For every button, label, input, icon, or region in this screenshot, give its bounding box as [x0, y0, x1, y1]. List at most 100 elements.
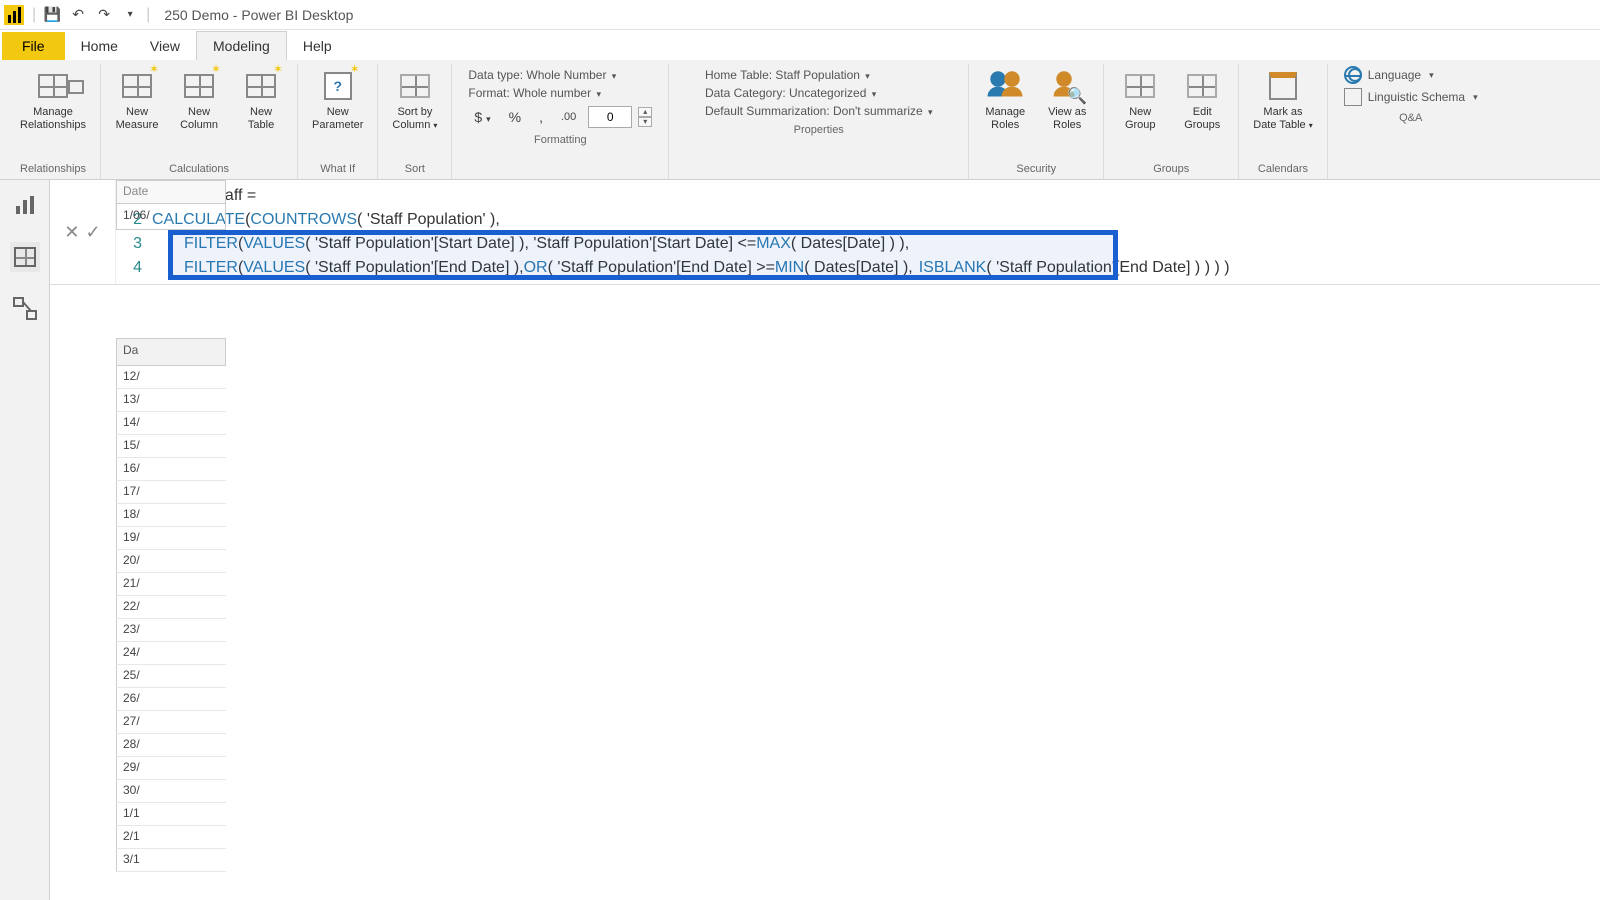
home-table-dropdown[interactable]: Home Table: Staff Population ▾ — [705, 68, 933, 82]
sort-by-column-button[interactable]: Sort by Column ▾ — [386, 64, 443, 136]
decimals-input[interactable] — [588, 106, 632, 128]
format-dropdown[interactable]: Format: Whole number ▾ — [468, 86, 652, 100]
table-row[interactable]: 17/ — [116, 481, 226, 504]
table-row[interactable]: 22/ — [116, 596, 226, 619]
table-row[interactable]: 16/ — [116, 458, 226, 481]
title-bar: | 💾 ↶ ↷ ▾ | 250 Demo - Power BI Desktop — [0, 0, 1600, 30]
group-label: Q&A — [1399, 110, 1422, 128]
formula-editor[interactable]: 1Current Staff = 2CALCULATE( COUNTROWS( … — [116, 180, 1600, 284]
roles-icon — [987, 68, 1023, 104]
table-row[interactable]: 26/ — [116, 688, 226, 711]
commit-formula-icon[interactable]: ✓ — [86, 222, 101, 243]
percent-button[interactable]: % — [503, 107, 527, 127]
table-row[interactable]: 15/ — [116, 435, 226, 458]
save-icon[interactable]: 💾 — [40, 3, 64, 27]
new-group-icon — [1122, 68, 1158, 104]
edit-groups-icon — [1184, 68, 1220, 104]
manage-roles-button[interactable]: Manage Roles — [977, 64, 1033, 136]
group-calculations: New Measure New Column New Table Calcula… — [101, 64, 298, 179]
table-row[interactable]: 1/1 — [116, 803, 226, 826]
redo-icon[interactable]: ↷ — [92, 3, 116, 27]
table-row[interactable]: 24/ — [116, 642, 226, 665]
data-grid-stub: Da 12/13/14/15/16/17/18/19/20/21/22/23/2… — [116, 338, 226, 900]
quick-access-toolbar: 💾 ↶ ↷ ▾ — [40, 3, 142, 27]
new-table-button[interactable]: New Table — [233, 64, 289, 136]
table-row[interactable]: 27/ — [116, 711, 226, 734]
group-formatting: Data type: Whole Number ▾ Format: Whole … — [452, 64, 669, 179]
tab-modeling[interactable]: Modeling — [196, 31, 287, 60]
globe-icon — [1344, 66, 1362, 84]
table-row[interactable]: 19/ — [116, 527, 226, 550]
window-title: 250 Demo - Power BI Desktop — [164, 7, 353, 23]
calendar-icon — [1265, 68, 1301, 104]
work-area: ✕ ✓ 1Current Staff = 2CALCULATE( COUNTRO… — [50, 180, 1600, 900]
tab-file[interactable]: File — [2, 32, 65, 60]
manage-relationships-button[interactable]: Manage Relationships — [14, 64, 92, 136]
table-row[interactable]: 25/ — [116, 665, 226, 688]
table-row[interactable]: 18/ — [116, 504, 226, 527]
view-rail — [0, 180, 50, 900]
table-row[interactable]: 21/ — [116, 573, 226, 596]
group-label: Groups — [1153, 161, 1189, 179]
column-icon — [181, 68, 217, 104]
linguistic-schema-dropdown[interactable]: Linguistic Schema ▾ — [1344, 88, 1478, 106]
view-roles-icon: 🔍 — [1049, 68, 1085, 104]
group-label: Properties — [794, 122, 844, 140]
data-category-dropdown[interactable]: Data Category: Uncategorized ▾ — [705, 86, 933, 100]
table-row[interactable]: 12/ — [116, 366, 226, 389]
mark-date-table-button[interactable]: Mark as Date Table ▾ — [1247, 64, 1318, 136]
table-row[interactable]: 14/ — [116, 412, 226, 435]
new-group-button[interactable]: New Group — [1112, 64, 1168, 136]
parameter-icon: ? — [320, 68, 356, 104]
group-label: Calculations — [169, 161, 229, 179]
cancel-formula-icon[interactable]: ✕ — [64, 222, 79, 243]
table-row[interactable]: 3/1 — [116, 849, 226, 872]
group-label: Relationships — [20, 161, 86, 179]
cell-value[interactable]: 1/06/ — [116, 204, 226, 230]
edit-groups-button[interactable]: Edit Groups — [1174, 64, 1230, 136]
undo-icon[interactable]: ↶ — [66, 3, 90, 27]
group-label: What If — [320, 161, 355, 179]
app-icon — [4, 5, 24, 25]
column-header[interactable]: Da — [116, 338, 226, 366]
column-header[interactable]: Date — [116, 180, 226, 204]
group-label: Formatting — [534, 132, 587, 150]
data-view-icon[interactable] — [10, 242, 40, 272]
table-row[interactable]: 28/ — [116, 734, 226, 757]
tab-view[interactable]: View — [134, 32, 196, 60]
qat-dropdown-icon[interactable]: ▾ — [118, 3, 142, 27]
table-row[interactable]: 13/ — [116, 389, 226, 412]
decimals-spinner[interactable]: ▴▾ — [638, 107, 652, 127]
tab-help[interactable]: Help — [287, 32, 348, 60]
schema-icon — [1344, 88, 1362, 106]
table-row[interactable]: 23/ — [116, 619, 226, 642]
table-row[interactable]: 20/ — [116, 550, 226, 573]
group-label: Security — [1016, 161, 1056, 179]
decimal-icon: .00 — [555, 109, 582, 125]
tab-home[interactable]: Home — [65, 32, 134, 60]
grid-header-stub: Date 1/06/ — [116, 180, 226, 230]
qat-separator: | — [32, 6, 36, 24]
group-label: Sort — [405, 161, 425, 179]
table-row[interactable]: 29/ — [116, 757, 226, 780]
group-label: Calendars — [1258, 161, 1308, 179]
group-calendars: Mark as Date Table ▾ Calendars — [1239, 64, 1327, 179]
language-dropdown[interactable]: Language ▾ — [1344, 66, 1478, 84]
new-parameter-button[interactable]: ? New Parameter — [306, 64, 369, 136]
table-row[interactable]: 2/1 — [116, 826, 226, 849]
new-measure-button[interactable]: New Measure — [109, 64, 165, 136]
default-summarization-dropdown[interactable]: Default Summarization: Don't summarize ▾ — [705, 104, 933, 118]
ribbon: Manage Relationships Relationships New M… — [0, 60, 1600, 180]
thousands-button[interactable]: , — [533, 107, 549, 127]
data-type-dropdown[interactable]: Data type: Whole Number ▾ — [468, 68, 652, 82]
qat-separator-2: | — [146, 6, 150, 24]
model-view-icon[interactable] — [10, 294, 40, 324]
new-column-button[interactable]: New Column — [171, 64, 227, 136]
currency-button[interactable]: $ ▾ — [468, 107, 496, 127]
group-qa: Language ▾ Linguistic Schema ▾ Q&A — [1328, 64, 1494, 179]
group-groups: New Group Edit Groups Groups — [1104, 64, 1239, 179]
table-row[interactable]: 30/ — [116, 780, 226, 803]
view-as-roles-button[interactable]: 🔍 View as Roles — [1039, 64, 1095, 136]
group-relationships: Manage Relationships Relationships — [6, 64, 101, 179]
report-view-icon[interactable] — [10, 190, 40, 220]
